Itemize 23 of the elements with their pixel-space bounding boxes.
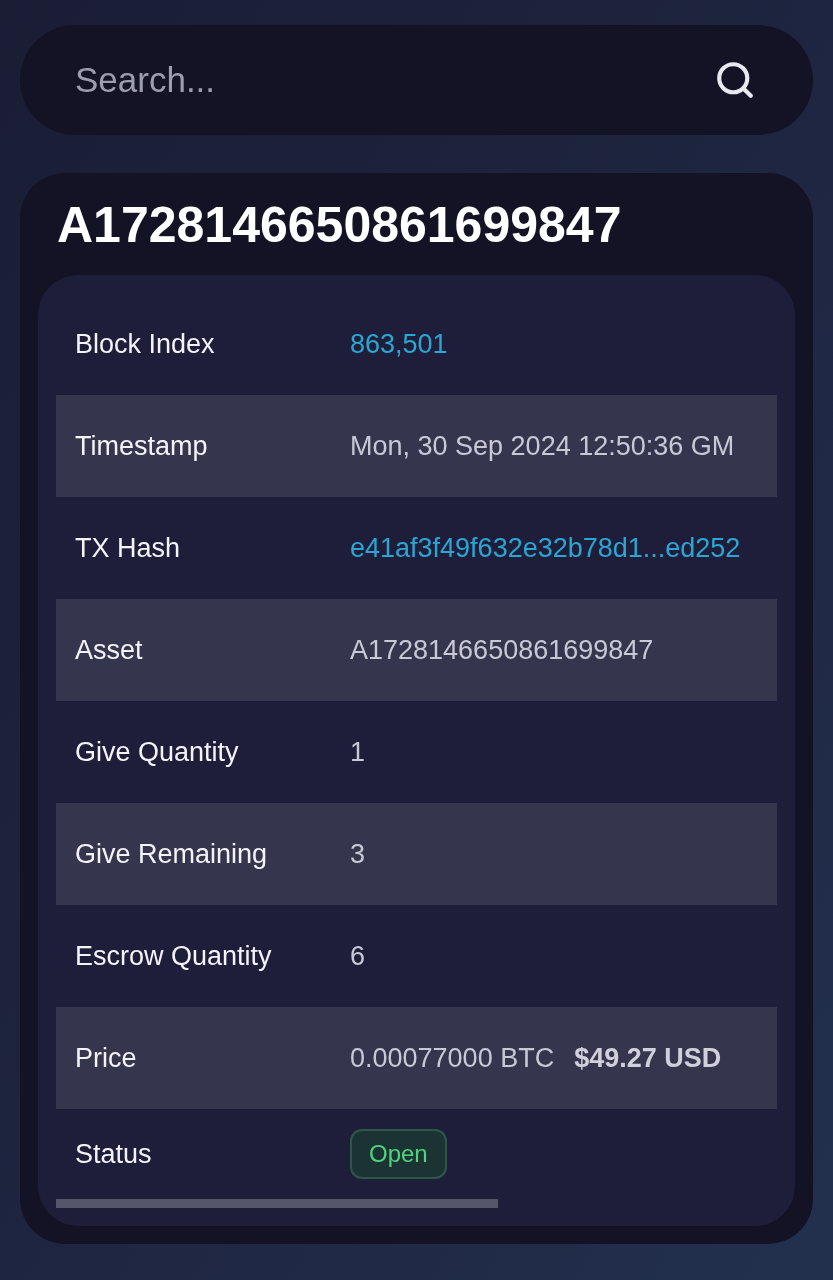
field-label: Status <box>75 1137 153 1171</box>
field-value: 6 <box>350 939 366 973</box>
asset-title: A1728146650861699847 <box>56 199 623 251</box>
value-link[interactable]: e41af3f49f632e32b78d1...ed252 <box>350 527 741 569</box>
field-value: 1 <box>350 735 366 769</box>
value-link[interactable]: 863,501 <box>350 323 448 365</box>
horizontal-scrollbar[interactable] <box>56 1199 498 1208</box>
search-icon[interactable] <box>714 59 756 101</box>
field-label: Timestamp <box>75 429 209 463</box>
field-value: A1728146650861699847 <box>350 633 654 667</box>
field-value: Mon, 30 Sep 2024 12:50:36 GM <box>350 429 735 463</box>
btc-price: 0.00077000 BTC <box>350 1041 555 1075</box>
usd-price: $49.27 USD <box>574 1041 722 1075</box>
field-label: TX Hash <box>75 531 182 565</box>
field-label: Block Index <box>75 327 216 361</box>
field-label: Give Remaining <box>75 837 269 871</box>
status-badge: Open <box>350 1129 447 1179</box>
field-label: Escrow Quantity <box>75 939 273 973</box>
field-label: Price <box>75 1041 138 1075</box>
search-field[interactable]: Search... <box>20 25 813 135</box>
field-label: Asset <box>75 633 144 667</box>
field-value: 3 <box>350 837 366 871</box>
field-label: Give Quantity <box>75 735 240 769</box>
